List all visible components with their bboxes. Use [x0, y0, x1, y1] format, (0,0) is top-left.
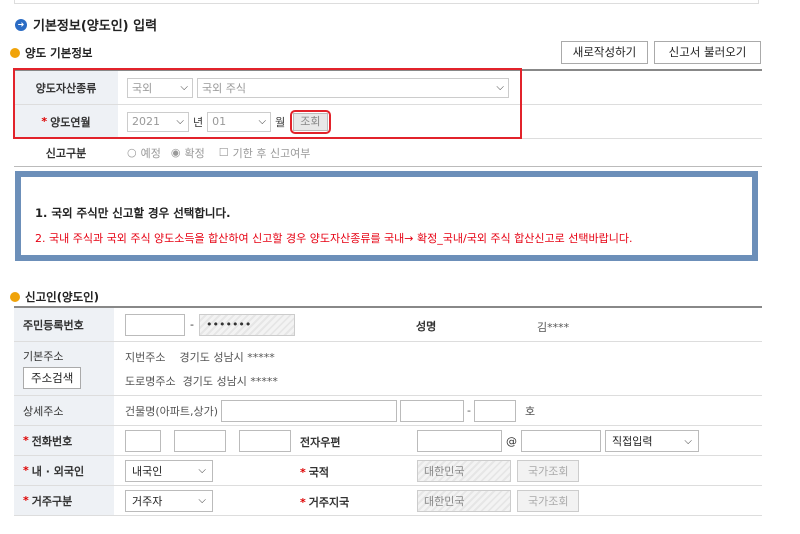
building-input[interactable] [221, 399, 398, 422]
residence-label: * 거주구분 [14, 486, 114, 515]
nationality-type-select[interactable]: 내국인 ⌵ [125, 459, 213, 482]
residence-row: * 거주구분 거주자 ⌵ * 거주지국 대한민국 국가조회 [14, 486, 762, 516]
radio-final[interactable]: ◉ [171, 146, 181, 159]
bullet-icon [10, 48, 20, 58]
detail-address-label: 상세주소 [14, 396, 114, 425]
detail-address-row: 상세주소 건물명(아파트,상가) - 호 [14, 396, 762, 426]
new-write-button[interactable]: 새로작성하기 [561, 41, 648, 64]
country-label: * 국적 [300, 466, 330, 479]
highlight-box [13, 68, 522, 139]
rrn-row: 주민등록번호 - ••••••• 성명 김**** [14, 308, 762, 342]
chevron-down-icon: ⌵ [198, 465, 206, 476]
arrow-circle-icon: ➜ [15, 18, 27, 31]
residence-select[interactable]: 거주자 ⌵ [125, 489, 213, 512]
phone-row: * 전화번호 전자우편 @ 직접입력 ⌵ [14, 426, 762, 456]
email-domain-select[interactable]: 직접입력 ⌵ [605, 430, 699, 452]
address-row: 기본주소 주소검색 지번주소 경기도 성남시 ***** 도로명주소 경기도 성… [14, 342, 762, 396]
bullet-icon [10, 292, 20, 302]
detail-input-2[interactable] [474, 399, 517, 422]
chevron-down-icon: ⌵ [198, 495, 206, 506]
section-heading-text: 양도 기본정보 [25, 46, 93, 60]
nationality-type-label: * 내 · 외국인 [14, 456, 114, 485]
detail-input-1[interactable] [400, 399, 465, 422]
section-heading-basic: 양도 기본정보 [10, 45, 92, 61]
section-heading-reporter: 신고인(양도인) [10, 289, 99, 305]
phone-input-1[interactable] [125, 429, 161, 452]
load-report-button[interactable]: 신고서 불러오기 [654, 41, 761, 64]
late-checkbox[interactable]: ☐ [219, 146, 229, 159]
nationality-row: * 내 · 외국인 내국인 ⌵ * 국적 대한민국 국가조회 [14, 456, 762, 486]
rrn-label: 주민등록번호 [14, 308, 114, 341]
phone-input-2[interactable] [174, 429, 226, 452]
report-type-label: 신고구분 [14, 139, 118, 166]
notice-line-2: 2. 국내 주식과 국외 주식 양도소득을 합산하여 신고할 경우 양도자산종류… [35, 232, 633, 245]
page-title: ➜ 기본정보(양도인) 입력 [15, 15, 157, 34]
notice-box: 1. 국외 주식만 신고할 경우 선택합니다. 2. 국내 주식과 국외 주식 … [15, 171, 758, 261]
section-heading-text: 신고인(양도인) [25, 290, 99, 304]
page-title-text: 기본정보(양도인) 입력 [33, 19, 158, 34]
top-border [14, 0, 759, 4]
chevron-down-icon: ⌵ [684, 435, 692, 447]
email-label: 전자우편 [300, 436, 341, 449]
phone-label: * 전화번호 [14, 426, 114, 455]
radio-estimate[interactable]: ○ [127, 146, 137, 159]
report-type-row: 신고구분 ○ 예정 ◉ 확정 ☐ 기한 후 신고여부 [14, 139, 762, 167]
residence-country-search-button[interactable]: 국가조회 [517, 490, 580, 512]
address-search-button[interactable]: 주소검색 [23, 367, 82, 389]
phone-input-3[interactable] [239, 429, 291, 452]
address-label: 기본주소 [23, 350, 64, 363]
rrn-second-input[interactable]: ••••••• [198, 313, 295, 336]
residence-country-label: * 거주지국 [300, 496, 350, 509]
country-input[interactable]: 대한민국 [417, 460, 511, 482]
name-value: 김**** [537, 321, 570, 334]
rrn-first-input[interactable] [125, 313, 185, 336]
residence-country-input[interactable]: 대한민국 [417, 490, 511, 512]
country-search-button[interactable]: 국가조회 [517, 460, 580, 482]
name-label: 성명 [416, 320, 437, 333]
address-label-cell: 기본주소 주소검색 [14, 342, 114, 395]
notice-line-1: 1. 국외 주식만 신고할 경우 선택합니다. [35, 206, 231, 220]
email-id-input[interactable] [417, 430, 502, 452]
email-domain-input[interactable] [521, 430, 601, 452]
reporter-table: 주민등록번호 - ••••••• 성명 김**** 기본주소 주소검색 지번주소… [14, 306, 762, 516]
